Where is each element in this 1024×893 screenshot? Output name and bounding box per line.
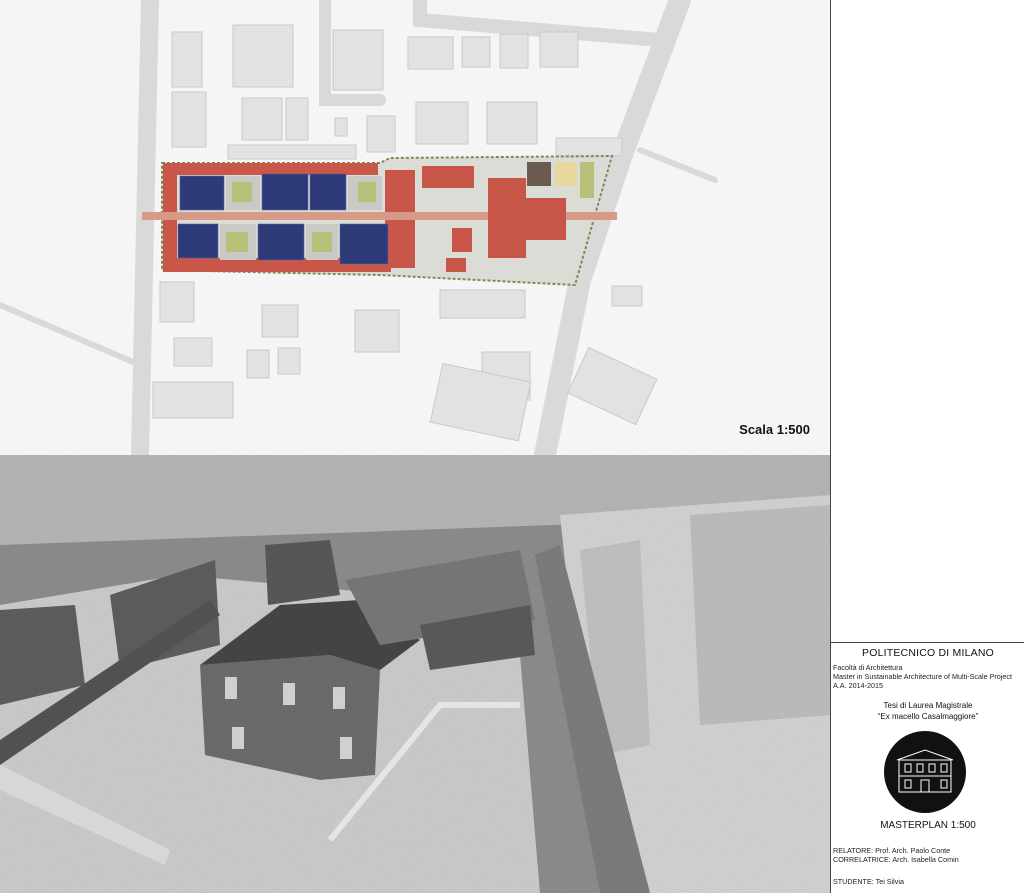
- presentation-sheet: Scala 1:500 POLITECNICO DI MILANO Facolt…: [0, 0, 1024, 893]
- academic-year: A.A. 2014-2015: [833, 681, 883, 690]
- masterplan-drawing: Scala 1:500: [0, 0, 830, 455]
- masterplan-svg: [0, 0, 718, 455]
- faculty-name: Facoltà di Architettura: [833, 663, 903, 672]
- aerial-render: [0, 455, 830, 893]
- project-site: [142, 154, 617, 287]
- drawing-title: MASTERPLAN 1:500: [880, 820, 976, 831]
- building-facade-icon: [884, 731, 966, 813]
- correlatrice: CORRELATRICE: Arch. Isabella Comin: [833, 855, 959, 864]
- thesis-type: Tesi di Laurea Magistrale: [883, 701, 973, 710]
- right-panel: POLITECNICO DI MILANO Facoltà di Archite…: [830, 0, 1024, 893]
- thesis-title: “Ex macello Casalmaggiore”: [877, 712, 979, 721]
- studente: STUDENTE: Tei Silvia: [833, 877, 904, 886]
- scale-label: Scala 1:500: [739, 422, 810, 437]
- master-name: Master in Sustainable Architecture of Mu…: [833, 672, 1012, 681]
- relatore: RELATORE: Prof. Arch. Paolo Conte: [833, 846, 951, 855]
- render-svg: [0, 455, 830, 893]
- university-name: POLITECNICO DI MILANO: [862, 647, 994, 659]
